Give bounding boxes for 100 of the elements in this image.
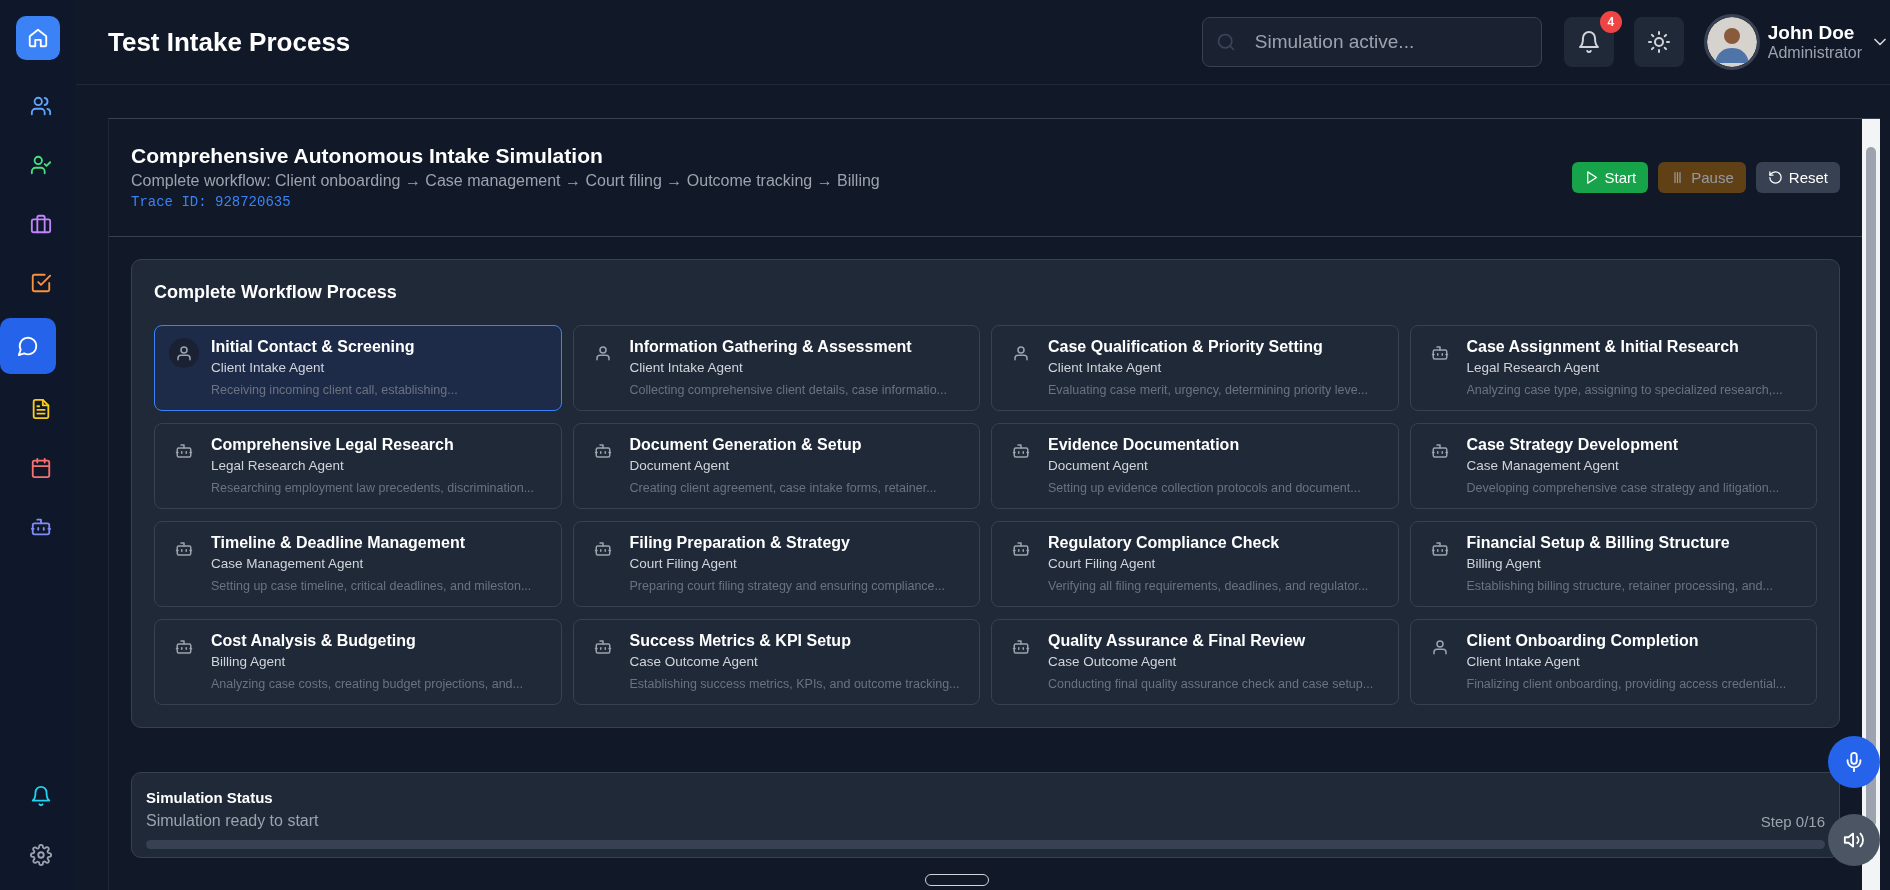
step-agent: Billing Agent xyxy=(211,654,287,669)
step-description: Verifying all filing requirements, deadlines, and regulator... xyxy=(1048,579,1369,593)
step-title: Document Generation & Setup xyxy=(629,436,863,454)
step-description: Creating client agreement, case intake forms, retainer... xyxy=(629,481,937,495)
robot-icon xyxy=(1012,638,1030,656)
user-name: John Doe xyxy=(1767,22,1856,44)
robot-icon xyxy=(593,638,612,656)
step-title: Information Gathering & Assessment xyxy=(629,338,913,356)
step-agent: Legal Research Agent xyxy=(1466,360,1601,375)
step-title: Financial Setup & Billing Structure xyxy=(1466,534,1731,552)
step-description: Receiving incoming client call, establishing... xyxy=(211,383,458,397)
calendar-icon xyxy=(30,457,52,479)
users-icon xyxy=(30,95,52,117)
workflow-step[interactable]: Quality Assurance & Final Review Case Outcome Agent Conducting final quality assurance check and case setup... xyxy=(991,619,1399,705)
theme-button[interactable] xyxy=(1633,17,1684,67)
step-description: Preparing court filing strategy and ensuring compliance... xyxy=(629,579,945,593)
robot-icon xyxy=(1430,540,1449,558)
step-title: Evidence Documentation xyxy=(1048,436,1241,454)
robot-icon xyxy=(175,540,193,558)
step-description: Analyzing case costs, creating budget projections, and... xyxy=(211,677,523,691)
simulation-subtitle: Complete workflow: Client onboarding → Case management → Court filing → Outcome tracking → Billing xyxy=(131,172,881,190)
workflow-step[interactable]: Information Gathering & Assessment Client Intake Agent Collecting comprehensive client details, case informatio... xyxy=(572,325,980,411)
step-agent: Legal Research Agent xyxy=(211,458,345,473)
workflow-step[interactable]: Client Onboarding Completion Client Intake Agent Finalizing client onboarding, providing access credential... xyxy=(1409,619,1817,705)
workflow-step[interactable]: Comprehensive Legal Research Legal Research Agent Researching employment law precedents, discrimination... xyxy=(154,423,562,509)
reset-button[interactable]: Reset xyxy=(1755,161,1840,193)
workflow-step[interactable]: Document Generation & Setup Document Agent Creating client agreement, case intake forms, retainer... xyxy=(572,423,980,509)
robot-icon xyxy=(175,638,193,656)
trace-id: Trace ID: 928720635 xyxy=(131,194,292,210)
step-title: Case Qualification & Priority Setting xyxy=(1048,338,1324,356)
notifications-button[interactable] xyxy=(1563,17,1614,67)
step-description: Setting up evidence collection protocols and document... xyxy=(1048,481,1361,495)
step-agent: Document Agent xyxy=(1048,458,1149,473)
search-field[interactable]: Simulation active... xyxy=(1201,17,1542,67)
step-agent: Case Outcome Agent xyxy=(1048,654,1178,669)
step-description: Researching employment law precedents, discrimination... xyxy=(211,481,535,495)
step-title: Initial Contact & Screening xyxy=(211,338,416,356)
robot-icon xyxy=(1012,442,1030,460)
workflow-step[interactable]: Initial Contact & Screening Client Intake Agent Receiving incoming client call, establishing... xyxy=(154,325,562,411)
step-description: Setting up case timeline, critical deadlines, and mileston... xyxy=(211,579,532,593)
search-icon xyxy=(1215,32,1236,52)
chat-icon xyxy=(17,335,39,357)
workflow-step[interactable]: Case Assignment & Initial Research Legal Research Agent Analyzing case type, assigning to specialized research,... xyxy=(1409,325,1817,411)
step-description: Evaluating case merit, urgency, determining priority leve... xyxy=(1048,383,1369,397)
step-agent: Client Intake Agent xyxy=(1048,360,1163,375)
workflow-step[interactable]: Filing Preparation & Strategy Court Filing Agent Preparing court filing strategy and ensuring compliance... xyxy=(572,521,980,607)
status-message: Simulation ready to start xyxy=(146,812,319,830)
person-icon xyxy=(175,344,193,362)
workflow-step[interactable]: Evidence Documentation Document Agent Setting up evidence collection protocols and document... xyxy=(991,423,1399,509)
robot-icon xyxy=(30,516,52,538)
user-role: Administrator xyxy=(1767,44,1862,62)
step-description: Collecting comprehensive client details, case informatio... xyxy=(629,383,947,397)
robot-icon xyxy=(175,442,193,460)
simulation-title: Comprehensive Autonomous Intake Simulation xyxy=(131,144,604,168)
sun-icon xyxy=(1646,30,1671,54)
step-title: Quality Assurance & Final Review xyxy=(1048,632,1307,650)
step-agent: Billing Agent xyxy=(1466,556,1542,571)
step-agent: Client Intake Agent xyxy=(211,360,326,375)
person-icon xyxy=(1430,638,1449,656)
nav-item[interactable] xyxy=(0,318,56,374)
step-description: Establishing billing structure, retainer processing, and... xyxy=(1466,579,1773,593)
step-title: Timeline & Deadline Management xyxy=(211,534,466,552)
robot-icon xyxy=(1430,442,1449,460)
bell-icon xyxy=(30,785,52,807)
robot-icon xyxy=(1012,540,1030,558)
step-description: Analyzing case type, assigning to specialized research,... xyxy=(1466,383,1783,397)
workflow-step[interactable]: Success Metrics & KPI Setup Case Outcome Agent Establishing success metrics, KPIs, and outcome tracking... xyxy=(572,619,980,705)
drag-handle[interactable] xyxy=(925,874,989,886)
workflow-step[interactable]: Cost Analysis & Budgeting Billing Agent Analyzing case costs, creating budget projections, and... xyxy=(154,619,562,705)
step-agent: Case Management Agent xyxy=(211,556,365,571)
home-icon xyxy=(27,27,49,49)
step-title: Client Onboarding Completion xyxy=(1466,632,1700,650)
settings-icon xyxy=(30,844,52,866)
workflow-step[interactable]: Timeline & Deadline Management Case Management Agent Setting up case timeline, critical deadlines, and mileston... xyxy=(154,521,562,607)
person-icon xyxy=(1012,344,1030,362)
step-title: Success Metrics & KPI Setup xyxy=(629,632,852,650)
page-title: Test Intake Process xyxy=(108,26,352,58)
step-agent: Case Management Agent xyxy=(1466,458,1620,473)
step-title: Filing Preparation & Strategy xyxy=(629,534,851,552)
step-agent: Client Intake Agent xyxy=(629,360,744,375)
scrollbar[interactable] xyxy=(1862,118,1880,890)
step-title: Cost Analysis & Budgeting xyxy=(211,632,417,650)
robot-icon xyxy=(593,442,612,460)
document-icon xyxy=(30,398,52,420)
status-title: Simulation Status xyxy=(146,789,274,806)
notification-count: 4 xyxy=(1599,11,1622,33)
checkbox-icon xyxy=(30,272,52,294)
robot-icon xyxy=(1430,344,1449,362)
workflow-step[interactable]: Case Qualification & Priority Setting Client Intake Agent Evaluating case merit, urgency, determining priority leve... xyxy=(991,325,1399,411)
workflow-step[interactable]: Case Strategy Development Case Management Agent Developing comprehensive case strategy and litigation... xyxy=(1409,423,1817,509)
step-counter: Step 0/16 xyxy=(1760,813,1825,830)
workflow-step[interactable]: Regulatory Compliance Check Court Filing Agent Verifying all filing requirements, deadlines, and regulator... xyxy=(991,521,1399,607)
nav-item[interactable] xyxy=(16,16,60,60)
robot-icon xyxy=(593,540,612,558)
avatar-icon[interactable] xyxy=(1703,14,1760,70)
step-description: Conducting final quality assurance check and case setup... xyxy=(1048,677,1374,691)
workflow-step[interactable]: Financial Setup & Billing Structure Billing Agent Establishing billing structure, retainer processing, and... xyxy=(1409,521,1817,607)
step-agent: Court Filing Agent xyxy=(1048,556,1157,571)
step-agent: Client Intake Agent xyxy=(1466,654,1581,669)
reset-icon xyxy=(1767,169,1783,185)
